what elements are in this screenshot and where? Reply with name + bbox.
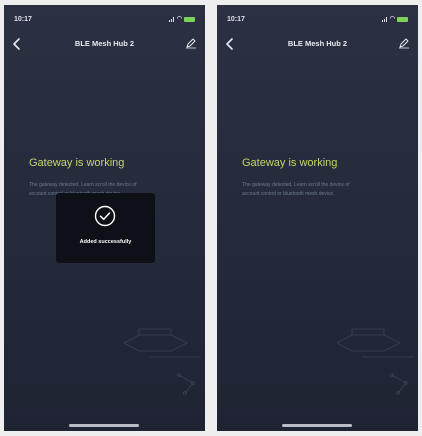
description-line-1: The gateway detected. Learn scroll the d… xyxy=(242,182,350,188)
phone-screen-with-toast: 10:17 ◠ BLE Mesh Hub 2 Gateway is workin… xyxy=(4,5,205,431)
home-indicator[interactable] xyxy=(282,424,352,427)
signal-icon xyxy=(168,16,175,22)
description-line-1: The gateway detected. Learn scroll the d… xyxy=(29,182,137,188)
chevron-left-icon[interactable] xyxy=(223,37,237,51)
wifi-icon: ◠ xyxy=(389,16,395,22)
signal-icon xyxy=(381,16,388,22)
status-bar: 10:17 ◠ xyxy=(4,5,205,27)
success-toast: Added successfully xyxy=(56,193,155,263)
device-illustration xyxy=(336,328,414,395)
status-time: 10:17 xyxy=(227,16,245,23)
gateway-status-heading: Gateway is working xyxy=(29,157,125,169)
page-title: BLE Mesh Hub 2 xyxy=(74,39,135,48)
status-icons: ◠ xyxy=(381,16,408,22)
description-line-2: account control or bluetooth mesh device… xyxy=(242,191,335,197)
gateway-status-heading: Gateway is working xyxy=(242,157,338,169)
battery-icon xyxy=(184,16,195,22)
status-time: 10:17 xyxy=(14,16,32,23)
check-circle-icon xyxy=(94,205,116,227)
phone-screen-without-toast: 10:17 ◠ BLE Mesh Hub 2 Gateway is workin… xyxy=(217,5,418,431)
page-title: BLE Mesh Hub 2 xyxy=(287,39,348,48)
wifi-icon: ◠ xyxy=(176,16,182,22)
gateway-status-description: The gateway detected. Learn scroll the d… xyxy=(242,181,414,199)
navigation-bar: BLE Mesh Hub 2 xyxy=(4,33,205,57)
toast-message: Added successfully xyxy=(79,239,132,245)
pencil-icon[interactable] xyxy=(398,37,410,49)
battery-icon xyxy=(397,16,408,22)
screenshot-comparison: 10:17 ◠ BLE Mesh Hub 2 Gateway is workin… xyxy=(0,0,422,436)
chevron-left-icon[interactable] xyxy=(10,37,24,51)
home-indicator[interactable] xyxy=(69,424,139,427)
status-bar: 10:17 ◠ xyxy=(217,5,418,27)
status-icons: ◠ xyxy=(168,16,195,22)
navigation-bar: BLE Mesh Hub 2 xyxy=(217,33,418,57)
device-illustration xyxy=(123,328,201,395)
pencil-icon[interactable] xyxy=(185,37,197,49)
